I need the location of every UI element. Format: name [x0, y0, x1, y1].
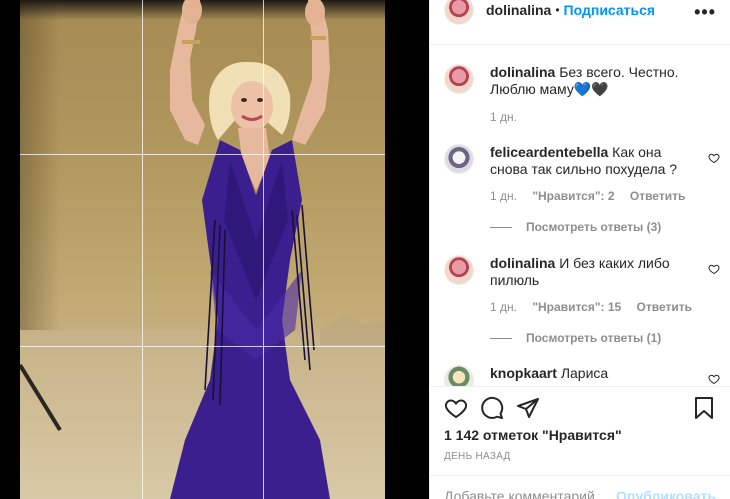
avatar[interactable]	[444, 144, 474, 174]
like-comment-heart-icon[interactable]	[708, 263, 720, 275]
post-date[interactable]: ДЕНЬ НАЗАД	[444, 451, 511, 462]
divider	[430, 475, 730, 476]
comment-time[interactable]: 1 дн.	[490, 110, 517, 124]
post-actions	[444, 396, 716, 422]
comment-meta: 1 дн.	[490, 110, 529, 124]
reply-button[interactable]: Ответить	[637, 300, 692, 314]
comment-meta: 1 дн. "Нравится": 15 Ответить	[490, 300, 704, 314]
like-comment-heart-icon[interactable]	[708, 373, 720, 385]
post-photo[interactable]	[20, 0, 385, 499]
separator-dot: •	[555, 3, 560, 17]
divider	[490, 226, 512, 228]
avatar[interactable]	[444, 365, 474, 386]
post-header: dolinalina • Подписаться •••	[430, 0, 730, 25]
publish-button[interactable]: Опубликовать	[616, 488, 716, 499]
comment-text: knopkaart Лариса	[490, 365, 700, 382]
divider	[430, 386, 730, 387]
list-item: knopkaart Лариса	[444, 365, 730, 386]
avatar[interactable]	[444, 64, 474, 94]
like-comment-heart-icon[interactable]	[708, 152, 720, 164]
crop-grid-line	[142, 0, 143, 499]
comment-text: feliceardentebella Как она снова так сил…	[490, 144, 700, 178]
woman-in-blue-gown	[20, 0, 385, 499]
crop-grid-line	[263, 0, 264, 499]
comment-text: dolinalina Без всего. Честно. Люблю маму…	[490, 64, 700, 98]
comment-time[interactable]: 1 дн.	[490, 300, 517, 314]
like-heart-icon[interactable]	[444, 396, 468, 420]
comment-time[interactable]: 1 дн.	[490, 189, 517, 203]
avatar[interactable]	[444, 255, 474, 285]
post-author-username[interactable]: dolinalina	[486, 2, 551, 18]
list-item: dolinalina И без каких либо пилюль 1 дн.…	[444, 255, 730, 350]
likes-count[interactable]: 1 142 отметок "Нравится"	[444, 427, 622, 443]
comment-bubble-icon[interactable]	[480, 396, 504, 420]
more-options-icon[interactable]: •••	[694, 2, 716, 23]
view-replies-button[interactable]: Посмотреть ответы (3)	[490, 220, 661, 234]
divider	[490, 337, 512, 339]
comment-likes[interactable]: "Нравится": 2	[532, 189, 614, 203]
comment-likes[interactable]: "Нравится": 15	[532, 300, 621, 314]
comment-username[interactable]: dolinalina	[490, 64, 555, 80]
comment-meta: 1 дн. "Нравится": 2 Ответить	[490, 189, 697, 203]
comment-body: Лариса	[560, 365, 609, 381]
avatar[interactable]	[444, 0, 474, 25]
comments-list[interactable]: dolinalina Без всего. Честно. Люблю маму…	[430, 45, 730, 386]
view-replies-button[interactable]: Посмотреть ответы (1)	[490, 331, 661, 345]
comment-username[interactable]: dolinalina	[490, 255, 555, 271]
view-replies-label: Посмотреть ответы (3)	[526, 220, 662, 234]
list-item: dolinalina Без всего. Честно. Люблю маму…	[444, 64, 730, 144]
post-details-panel: dolinalina • Подписаться ••• dolinalina …	[429, 0, 730, 499]
view-replies-label: Посмотреть ответы (1)	[526, 331, 662, 345]
crop-grid-line	[20, 154, 385, 155]
list-item: feliceardentebella Как она снова так сил…	[444, 144, 730, 239]
share-paper-plane-icon[interactable]	[516, 396, 540, 420]
comment-input[interactable]: Добавьте комментарий...	[444, 488, 606, 499]
follow-button[interactable]: Подписаться	[564, 2, 656, 18]
crop-grid-line	[20, 346, 385, 347]
comment-username[interactable]: feliceardentebella	[490, 144, 608, 160]
comment-text: dolinalina И без каких либо пилюль	[490, 255, 700, 289]
save-bookmark-icon[interactable]	[692, 396, 716, 420]
post-media[interactable]	[0, 0, 429, 499]
comment-username[interactable]: knopkaart	[490, 365, 557, 381]
reply-button[interactable]: Ответить	[630, 189, 685, 203]
